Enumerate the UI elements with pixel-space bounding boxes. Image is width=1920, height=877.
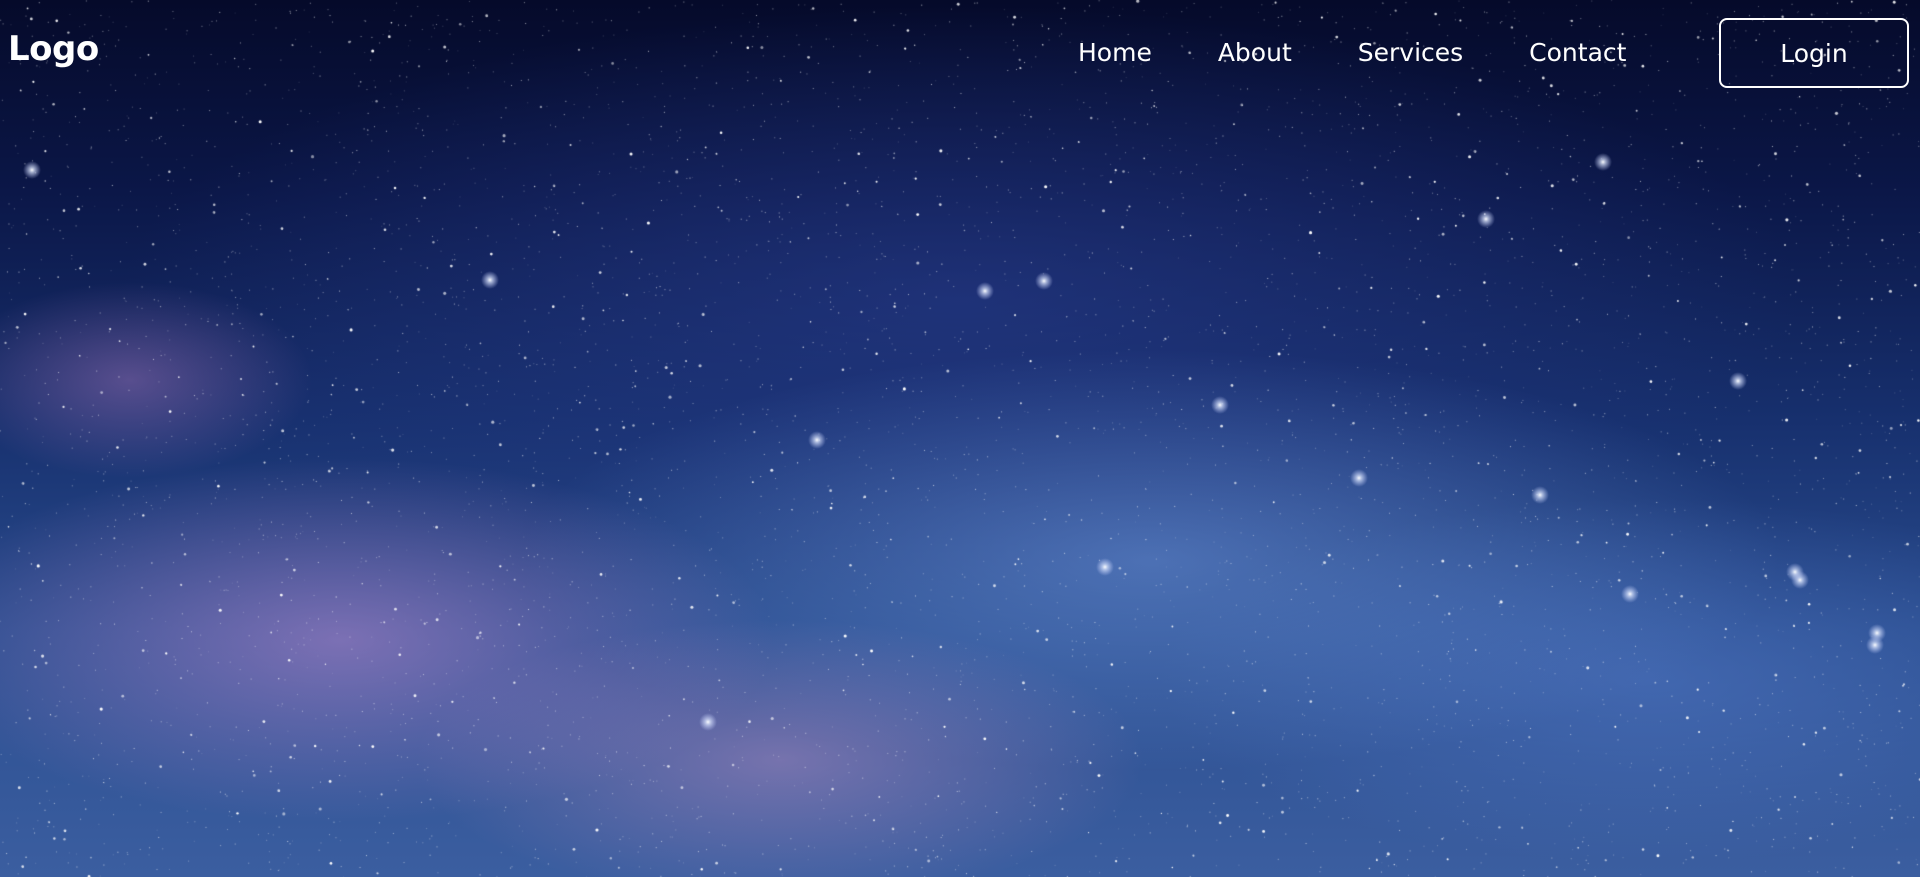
navbar: Logo Home About Services Contact Login xyxy=(0,0,1920,110)
nav-link-about[interactable]: About xyxy=(1218,40,1292,65)
login-button[interactable]: Login xyxy=(1719,18,1909,88)
site-logo[interactable]: Logo xyxy=(8,32,99,66)
hero-background xyxy=(0,0,1920,877)
nav-link-contact[interactable]: Contact xyxy=(1529,40,1626,65)
starfield-image xyxy=(0,0,1920,877)
nav-links: Home About Services Contact xyxy=(1078,40,1626,65)
nav-link-home[interactable]: Home xyxy=(1078,40,1152,65)
nav-link-services[interactable]: Services xyxy=(1358,40,1463,65)
